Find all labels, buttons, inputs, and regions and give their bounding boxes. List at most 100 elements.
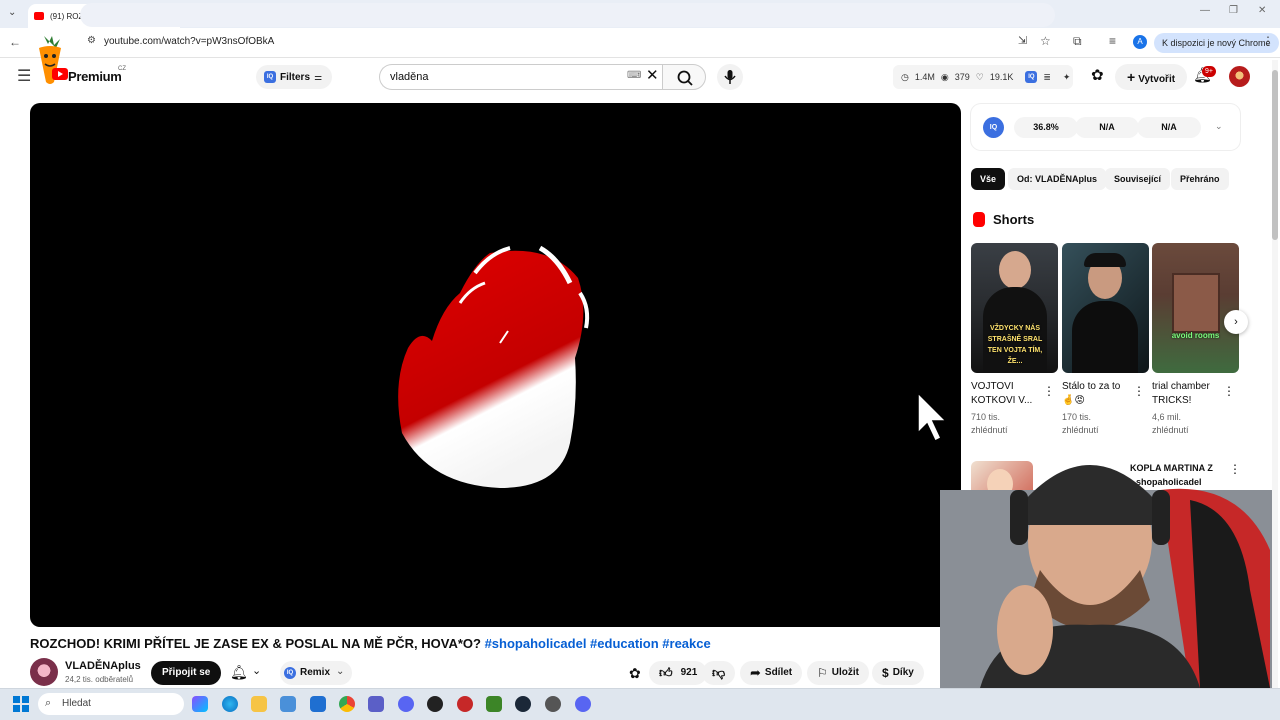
save-label: Uložit — [831, 667, 859, 678]
webcam-streamer-graphic — [940, 465, 1272, 688]
taskbar-search-icon: ⌕ — [45, 697, 52, 709]
maximize-icon[interactable]: ❐ — [1229, 5, 1238, 16]
filters-button[interactable]: IQ Filters ⚌ — [256, 65, 333, 89]
pin-icon: ✦ — [1062, 71, 1071, 82]
bell-subscribe-icon[interactable]: 🔔︎ — [230, 665, 248, 679]
search-input[interactable]: vladěna — [379, 64, 662, 90]
like-button[interactable]: 👍︎ 921 — [649, 661, 708, 685]
short-title-3[interactable]: trial chamber TRICKS! — [1152, 380, 1224, 408]
filters-label: Filters — [280, 71, 311, 83]
account-avatar[interactable] — [1229, 66, 1250, 87]
stat-likes: 19.1K — [989, 72, 1014, 82]
thanks-button[interactable]: $ Díky — [872, 661, 924, 685]
list-icon: ≣ — [1043, 71, 1051, 82]
puzzle-icon[interactable]: ✿ — [629, 666, 641, 680]
save-button[interactable]: ⚐ Uložit — [807, 661, 869, 685]
short-thumbnail-3[interactable]: avoid rooms — [1152, 243, 1239, 373]
iq-stats-icon: IQ — [1025, 71, 1038, 83]
chrome-menu-icon[interactable]: ⋮ — [1262, 35, 1274, 47]
shorts-next-chevron-icon[interactable]: › — [1224, 310, 1248, 334]
w-app-icon[interactable] — [427, 696, 443, 712]
minimize-icon[interactable]: — — [1200, 5, 1210, 16]
short-menu-icon-1[interactable]: ⋮ — [1043, 384, 1055, 398]
chip-all[interactable]: Vše — [971, 168, 1006, 190]
back-icon[interactable]: ← — [9, 36, 21, 48]
keyboard-icon[interactable]: ⌨ — [627, 71, 641, 81]
voice-search-button[interactable] — [717, 64, 743, 90]
chip-watched[interactable]: Přehráno — [1171, 168, 1229, 190]
short-title-1[interactable]: VOJTOVI KOTKOVI V... — [971, 380, 1043, 408]
tab-list-icon[interactable]: ⌄ — [8, 8, 16, 18]
share-button[interactable]: ➦ Sdílet — [740, 661, 803, 685]
chip-from-channel[interactable]: Od: VLADĚNAplus — [1008, 168, 1106, 190]
channel-avatar[interactable] — [30, 658, 58, 686]
create-button[interactable]: + Vytvořit — [1115, 64, 1188, 90]
app-icon[interactable] — [545, 696, 561, 712]
stat-views: 1.4M — [914, 72, 935, 82]
video-player[interactable] — [30, 103, 961, 627]
iq-expand-chevron-icon[interactable]: ⌄ — [1215, 122, 1223, 131]
person-face — [999, 251, 1031, 289]
thumbs-up-icon: 👍︎ — [659, 665, 673, 680]
install-app-icon[interactable]: ⇲ — [1018, 36, 1027, 47]
channel-name[interactable]: VLADĚNAplus — [65, 660, 141, 672]
short-overlay-text: VŽDYCKY NÁS STRAŠNĚ SRAL TEN VOJTA TÍM, … — [987, 325, 1043, 365]
obs-icon[interactable] — [457, 696, 473, 712]
iq-value-3: N/A — [1137, 117, 1201, 138]
stat-watching: 379 — [954, 72, 970, 82]
iq-score: 36.8% — [1014, 117, 1078, 138]
chevron-down-icon[interactable]: ⌄ — [252, 666, 261, 677]
short-menu-icon-3[interactable]: ⋮ — [1223, 384, 1235, 398]
video-hashtags[interactable]: #shopaholicadel #education #reakce — [485, 636, 711, 651]
short-title-2[interactable]: Stálo to za to 🤞😡 — [1062, 380, 1134, 408]
close-window-icon[interactable]: ✕ — [1258, 5, 1266, 16]
short-menu-icon-2[interactable]: ⋮ — [1133, 384, 1145, 398]
mail-icon[interactable] — [310, 696, 326, 712]
store-icon[interactable] — [280, 696, 296, 712]
iq-panel-icon: IQ — [983, 117, 1004, 138]
logo-text[interactable]: Premium — [68, 69, 122, 84]
media-controls-icon[interactable]: ≡ — [1109, 35, 1116, 47]
file-explorer-icon[interactable] — [251, 696, 267, 712]
chrome-icon[interactable] — [339, 696, 355, 712]
dislike-button[interactable]: 👎︎ — [702, 661, 736, 685]
minecraft-icon[interactable] — [486, 696, 502, 712]
minecraft-room — [1172, 273, 1220, 333]
clear-search-icon[interactable]: ✕ — [646, 68, 659, 83]
copilot-icon[interactable] — [192, 696, 208, 712]
search-button[interactable] — [662, 64, 706, 90]
join-button[interactable]: Připojit se — [151, 661, 222, 685]
page-scrollbar[interactable] — [1272, 60, 1278, 688]
youtube-logo-icon[interactable] — [52, 68, 68, 80]
thanks-label: Díky — [892, 667, 914, 678]
short-thumbnail-1[interactable]: VŽDYCKY NÁS STRAŠNĚ SRAL TEN VOJTA TÍM, … — [971, 243, 1058, 373]
discord-2-icon[interactable] — [575, 696, 591, 712]
extensions-icon[interactable]: ⧉ — [1073, 35, 1082, 47]
discord-icon[interactable] — [398, 696, 414, 712]
remix-chevron-icon[interactable]: ⌄ — [336, 667, 344, 677]
update-chrome-button[interactable]: K dispozici je nový Chrome — [1154, 33, 1279, 53]
teams-icon[interactable] — [368, 696, 384, 712]
chip-related[interactable]: Související — [1105, 168, 1171, 190]
remix-iq-icon: IQ — [284, 667, 296, 679]
edge-icon[interactable] — [222, 696, 238, 712]
extension-puzzle-icon[interactable]: ✿ — [1091, 68, 1104, 83]
iq-value-2: N/A — [1075, 117, 1139, 138]
short-overlay-text-3: avoid rooms — [1171, 331, 1220, 340]
heart-icon: ♡ — [975, 71, 984, 82]
notification-badge: 9+ — [1202, 66, 1216, 77]
windows-start-icon[interactable] — [13, 696, 29, 712]
video-stats-widget[interactable]: ◷ 1.4M ◉ 379 ♡ 19.1K IQ ≣ ✦ — [893, 65, 1073, 89]
steam-icon[interactable] — [515, 696, 531, 712]
url-text[interactable]: youtube.com/watch?v=pW3nsOfOBkA — [104, 36, 274, 47]
microphone-icon — [724, 70, 736, 84]
short-thumbnail-2[interactable] — [1062, 243, 1149, 373]
bookmark-star-icon[interactable]: ☆ — [1040, 35, 1051, 47]
omnibox[interactable] — [80, 3, 1055, 27]
menu-icon[interactable]: ☰ — [17, 69, 31, 85]
search-icon — [677, 70, 693, 86]
site-settings-icon[interactable]: ⚙ — [87, 36, 96, 46]
profile-avatar[interactable]: A — [1133, 35, 1147, 49]
plus-icon: + — [1127, 69, 1136, 85]
taskbar-search[interactable]: Hledat — [38, 693, 184, 715]
